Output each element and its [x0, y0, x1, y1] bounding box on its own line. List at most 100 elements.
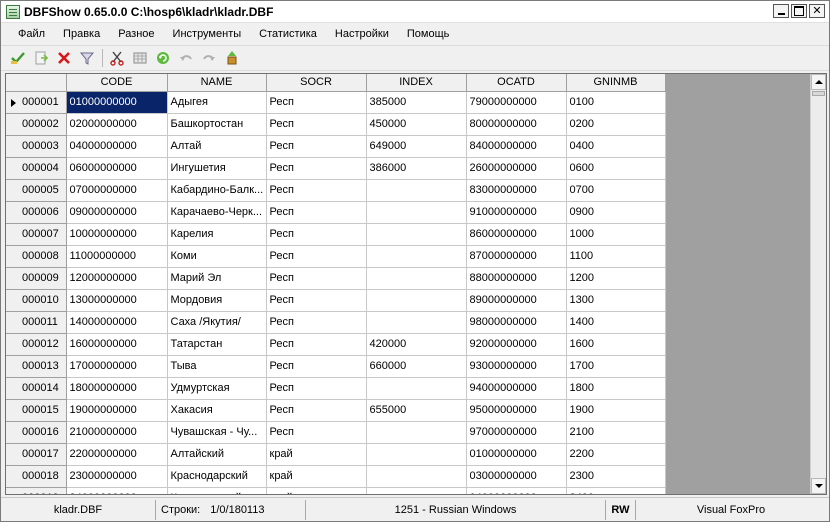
cell-code[interactable]: 24000000000 — [66, 487, 168, 494]
table-row[interactable]: 000004 06000000000 Ингушетия Респ 386000 2600… — [6, 157, 666, 180]
cell-gninmb[interactable]: 2100 — [566, 421, 666, 444]
cell-socr[interactable]: Респ — [266, 179, 367, 202]
cell-name[interactable]: Удмуртская — [167, 377, 267, 400]
table-row[interactable]: 000012 16000000000 Татарстан Респ 420000 9200… — [6, 333, 666, 356]
cell-name[interactable]: Алтайский — [167, 443, 267, 466]
minimize-button[interactable] — [773, 4, 789, 18]
cell-socr[interactable]: Респ — [266, 91, 367, 114]
table-row[interactable]: 000015 19000000000 Хакасия Респ 655000 950000… — [6, 399, 666, 422]
cell-gninmb[interactable]: 0100 — [566, 91, 666, 114]
cell-gninmb[interactable]: 2300 — [566, 465, 666, 488]
table-row[interactable]: 00001924000000000Красноярскийкрай 0400000… — [6, 487, 666, 494]
table-row[interactable]: 000010 13000000000 Мордовия Респ 89000000000… — [6, 289, 666, 312]
cell-code[interactable]: 02000000000 — [66, 113, 168, 136]
cell-index[interactable]: 649000 — [366, 135, 467, 158]
cell-name[interactable]: Краснодарский — [167, 465, 267, 488]
cell-index[interactable]: 385000 — [366, 91, 467, 114]
cell-gninmb[interactable]: 1000 — [566, 223, 666, 246]
cell-ocatd[interactable]: 87000000000 — [466, 245, 567, 268]
cell-index[interactable] — [366, 443, 467, 466]
cell-name[interactable]: Ингушетия — [167, 157, 267, 180]
cell-gninmb[interactable]: 0400 — [566, 135, 666, 158]
table-row[interactable]: 000005 07000000000 Кабардино-Балк... Респ 83… — [6, 179, 666, 202]
cell-code[interactable]: 19000000000 — [66, 399, 168, 422]
row-number[interactable]: 000002 — [6, 113, 67, 136]
cell-code[interactable]: 18000000000 — [66, 377, 168, 400]
row-number[interactable]: 000017 — [6, 443, 67, 466]
row-number[interactable]: 000003 — [6, 135, 67, 158]
table-row[interactable]: 000014 18000000000 Удмуртская Респ 940000000… — [6, 377, 666, 400]
menu-file[interactable]: Файл — [9, 28, 54, 40]
cell-code[interactable]: 13000000000 — [66, 289, 168, 312]
cell-name[interactable]: Башкортостан — [167, 113, 267, 136]
cell-name[interactable]: Адыгея — [167, 91, 267, 114]
cell-code[interactable]: 22000000000 — [66, 443, 168, 466]
cell-code[interactable]: 07000000000 — [66, 179, 168, 202]
cell-gninmb[interactable]: 2400 — [566, 487, 666, 494]
cell-socr[interactable]: край — [266, 487, 367, 494]
cell-index[interactable] — [366, 289, 467, 312]
row-number[interactable]: 000006 — [6, 201, 67, 224]
menu-help[interactable]: Помощь — [398, 28, 459, 40]
cell-ocatd[interactable]: 84000000000 — [466, 135, 567, 158]
row-number[interactable]: 000012 — [6, 333, 67, 356]
cell-name[interactable]: Марий Эл — [167, 267, 267, 290]
row-number[interactable]: 000007 — [6, 223, 67, 246]
cell-code[interactable]: 11000000000 — [66, 245, 168, 268]
row-number[interactable]: 000011 — [6, 311, 67, 334]
cell-ocatd[interactable]: 97000000000 — [466, 421, 567, 444]
cell-socr[interactable]: Респ — [266, 113, 367, 136]
menu-statistics[interactable]: Статистика — [250, 28, 326, 40]
cell-ocatd[interactable]: 93000000000 — [466, 355, 567, 378]
cell-socr[interactable]: Респ — [266, 135, 367, 158]
cell-name[interactable]: Карачаево-Черк... — [167, 201, 267, 224]
cell-socr[interactable]: Респ — [266, 245, 367, 268]
cell-name[interactable]: Чувашская - Чу... — [167, 421, 267, 444]
table-row[interactable]: 000009 12000000000 Марий Эл Респ 88000000000… — [6, 267, 666, 290]
row-number[interactable]: 000014 — [6, 377, 67, 400]
row-number[interactable]: 000010 — [6, 289, 67, 312]
cell-gninmb[interactable]: 0900 — [566, 201, 666, 224]
scroll-up-button[interactable] — [811, 74, 826, 90]
cell-name[interactable]: Карелия — [167, 223, 267, 246]
menu-misc[interactable]: Разное — [109, 28, 163, 40]
cell-ocatd[interactable]: 04000000000 — [466, 487, 567, 494]
row-number[interactable]: 000009 — [6, 267, 67, 290]
data-grid[interactable]: CODE NAME SOCR INDEX OCATD GNINMB 000001… — [5, 73, 827, 495]
cell-socr[interactable]: Респ — [266, 289, 367, 312]
delete-icon[interactable] — [53, 47, 75, 69]
cell-index[interactable] — [366, 223, 467, 246]
table-row[interactable]: 000001 01000000000 Адыгея Респ 385000 7900000… — [6, 91, 666, 114]
table-row[interactable]: 000011 14000000000 Саха /Якутия/Респ 980000… — [6, 311, 666, 334]
table-row[interactable]: 000007 10000000000 Карелия Респ 86000000000 1… — [6, 223, 666, 246]
row-number[interactable]: 000001 — [6, 91, 67, 114]
cell-index[interactable] — [366, 421, 467, 444]
cell-ocatd[interactable]: 80000000000 — [466, 113, 567, 136]
export-icon[interactable] — [30, 47, 52, 69]
cell-ocatd[interactable]: 79000000000 — [466, 91, 567, 114]
cell-name[interactable]: Красноярский — [167, 487, 267, 494]
cell-index[interactable]: 420000 — [366, 333, 467, 356]
cell-index[interactable] — [366, 201, 467, 224]
cell-ocatd[interactable]: 26000000000 — [466, 157, 567, 180]
cell-ocatd[interactable]: 88000000000 — [466, 267, 567, 290]
cell-gninmb[interactable]: 1900 — [566, 399, 666, 422]
cell-gninmb[interactable]: 1200 — [566, 267, 666, 290]
cell-gninmb[interactable]: 1600 — [566, 333, 666, 356]
row-number[interactable]: 000008 — [6, 245, 67, 268]
cell-name[interactable]: Хакасия — [167, 399, 267, 422]
cell-socr[interactable]: край — [266, 465, 367, 488]
scroll-thumb[interactable] — [812, 91, 825, 96]
row-number[interactable]: 000013 — [6, 355, 67, 378]
cell-code[interactable]: 06000000000 — [66, 157, 168, 180]
row-number[interactable]: 000019 — [6, 487, 67, 494]
refresh-icon[interactable] — [152, 47, 174, 69]
cell-index[interactable]: 660000 — [366, 355, 467, 378]
cell-ocatd[interactable]: 89000000000 — [466, 289, 567, 312]
column-header-gninmb[interactable]: GNINMB — [566, 74, 666, 92]
undo-icon[interactable] — [175, 47, 197, 69]
cell-code[interactable]: 16000000000 — [66, 333, 168, 356]
column-header-code[interactable]: CODE — [66, 74, 168, 92]
cell-name[interactable]: Алтай — [167, 135, 267, 158]
cell-code[interactable]: 23000000000 — [66, 465, 168, 488]
